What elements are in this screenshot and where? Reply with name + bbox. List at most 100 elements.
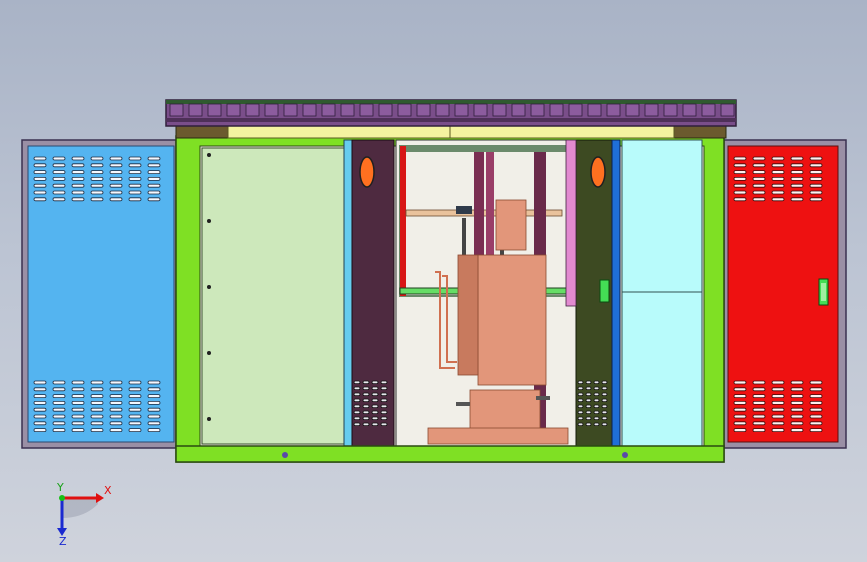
vent-slot (593, 416, 600, 420)
vent-slot (380, 410, 388, 414)
vent-slot (752, 197, 766, 202)
vent-slot (71, 414, 85, 419)
vent-slot (147, 176, 161, 181)
vent-slot (52, 197, 66, 202)
vent-slot (790, 394, 804, 399)
vent-slot (790, 197, 804, 202)
vent-slot (380, 404, 388, 408)
vent-slot (771, 387, 785, 392)
vent-slot (90, 400, 104, 405)
roof-rib (530, 103, 545, 117)
left-viewing-window (359, 156, 375, 188)
vent-slot (362, 398, 370, 402)
left-door[interactable] (21, 139, 177, 449)
vent-slot (90, 190, 104, 195)
vent-slot (33, 197, 47, 202)
vent-slot (147, 394, 161, 399)
vent-slot (90, 414, 104, 419)
vent-slot (128, 176, 142, 181)
vent-slot (52, 414, 66, 419)
vent-slot (71, 156, 85, 161)
vent-slot (90, 407, 104, 412)
vent-slot (371, 404, 379, 408)
roof-rib (454, 103, 469, 117)
vent-slot (733, 170, 747, 175)
vent-slot (752, 163, 766, 168)
vent-slot (809, 197, 823, 202)
vent-slot (109, 190, 123, 195)
vent-slot (809, 170, 823, 175)
vent-slot (371, 392, 379, 396)
vent-slot (90, 421, 104, 426)
right-door[interactable] (723, 139, 847, 449)
vent-slot (353, 410, 361, 414)
vent-slot (585, 392, 592, 396)
x-axis-arrowhead (96, 493, 104, 503)
vent-slot (362, 392, 370, 396)
vent-slot (771, 414, 785, 419)
vent-slot (733, 163, 747, 168)
roof-rib (207, 103, 222, 117)
vent-slot (577, 392, 584, 396)
vent-slot (371, 422, 379, 426)
roof-rib (644, 103, 659, 117)
vent-slot (147, 170, 161, 175)
coordinate-triad[interactable]: X Y Z (40, 478, 120, 548)
vent-slot (52, 387, 66, 392)
vent-slot (90, 183, 104, 188)
vent-slot (128, 380, 142, 385)
vent-slot (577, 404, 584, 408)
vent-slot (733, 156, 747, 161)
roof (165, 99, 737, 127)
roof-rib (511, 103, 526, 117)
vent-slot (128, 387, 142, 392)
vent-slot (362, 380, 370, 384)
vent-slot (733, 380, 747, 385)
vent-slot (128, 183, 142, 188)
vent-slot (809, 183, 823, 188)
middle-left-door[interactable] (343, 139, 395, 447)
vent-slot (109, 407, 123, 412)
roof-rib (226, 103, 241, 117)
middle-door-handle[interactable] (599, 279, 610, 303)
vent-slot (733, 394, 747, 399)
vent-slot (128, 400, 142, 405)
vent-slot (809, 400, 823, 405)
roof-rib (283, 103, 298, 117)
vent-slot (71, 163, 85, 168)
vent-slot (33, 387, 47, 392)
roof-rib (492, 103, 507, 117)
vent-slot (109, 400, 123, 405)
vent-slot (380, 392, 388, 396)
cad-viewport[interactable]: X Y Z (0, 0, 867, 562)
vent-slot (71, 170, 85, 175)
vent-slot (380, 416, 388, 420)
left-inner-panel[interactable] (201, 147, 345, 445)
vent-slot (601, 386, 608, 390)
vent-slot (809, 190, 823, 195)
roof-rib (473, 103, 488, 117)
vent-slot (790, 387, 804, 392)
vent-slot (752, 421, 766, 426)
vent-slot (90, 170, 104, 175)
vent-slot (790, 176, 804, 181)
vent-slot (147, 190, 161, 195)
vent-slot (593, 380, 600, 384)
right-inner-panel[interactable] (621, 139, 703, 447)
vent-slot (790, 170, 804, 175)
vent-slot (593, 404, 600, 408)
vent-slot (771, 163, 785, 168)
vent-slot (128, 414, 142, 419)
vent-slot (147, 380, 161, 385)
vent-slot (147, 400, 161, 405)
box-substation-model[interactable] (0, 0, 867, 562)
vent-slot (371, 410, 379, 414)
vent-slot (771, 156, 785, 161)
vent-slot (353, 386, 361, 390)
vent-slot (362, 386, 370, 390)
vent-slot (33, 421, 47, 426)
vent-slot (585, 410, 592, 414)
vent-slot (353, 422, 361, 426)
vent-slot (790, 190, 804, 195)
vent-slot (109, 428, 123, 433)
